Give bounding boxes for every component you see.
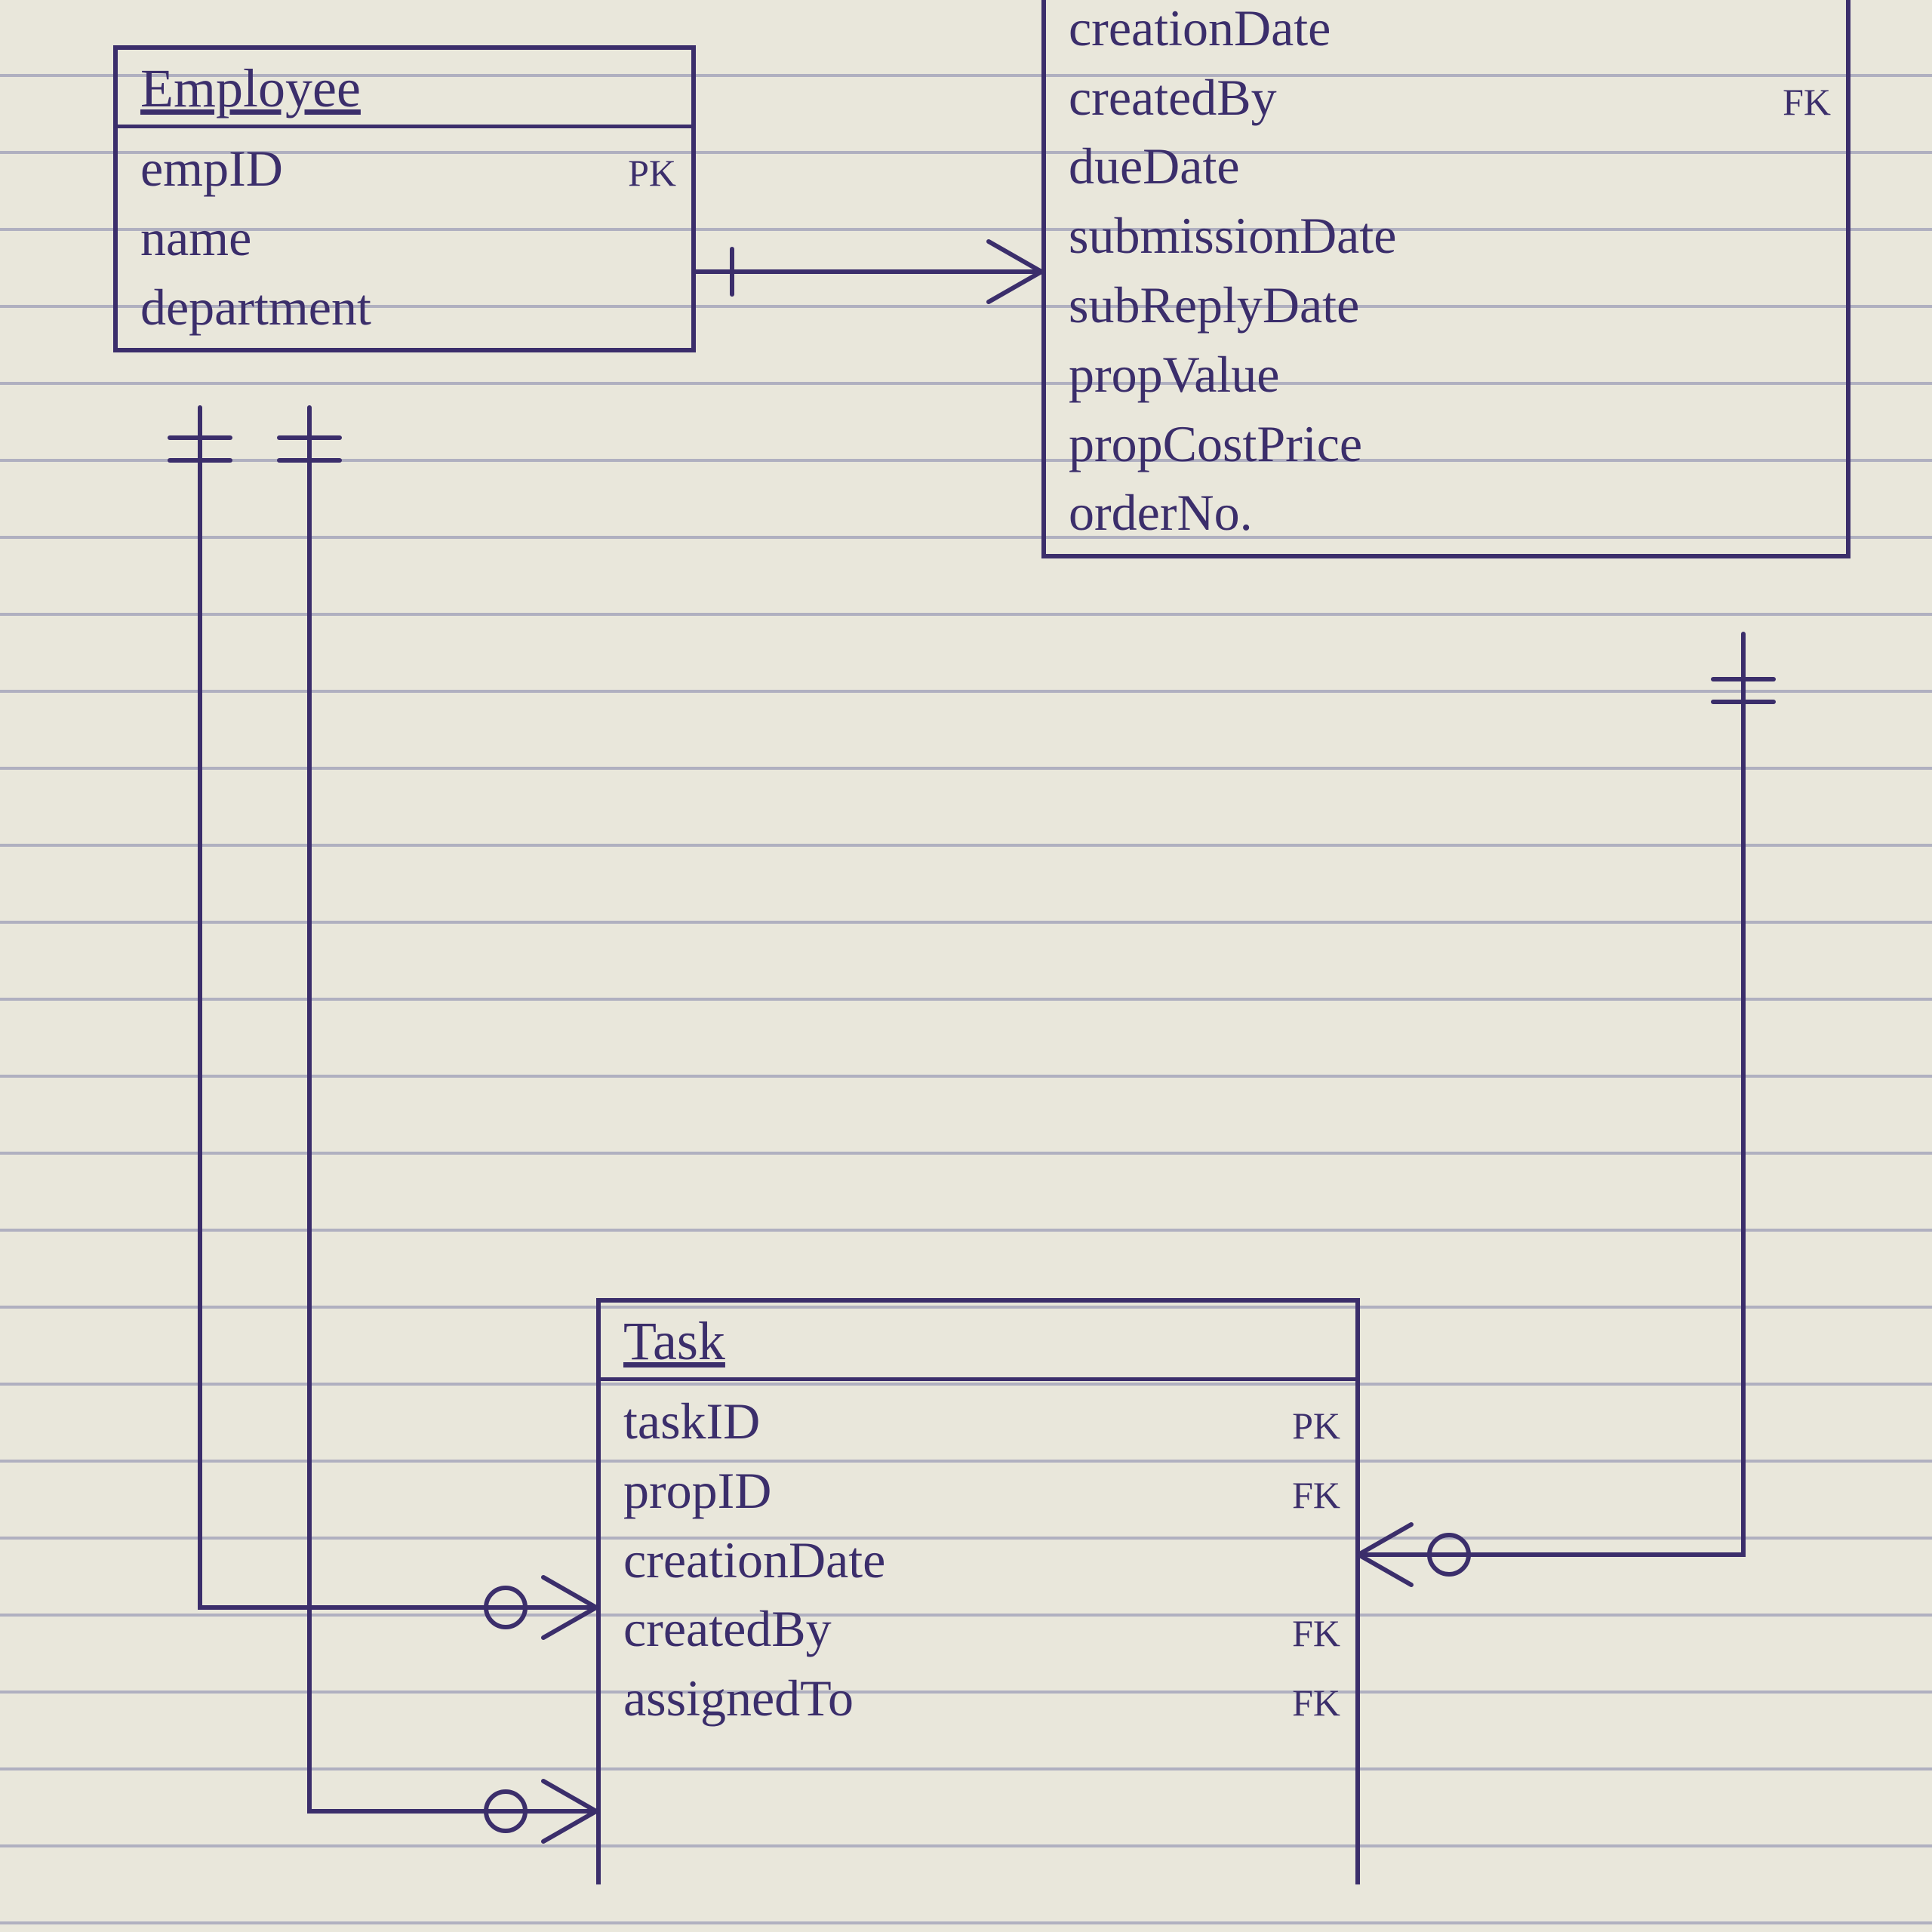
entity-proposal: propID PK creationDate createdBy FK dueD… [1041, 0, 1850, 558]
attr-name: propCostPrice [1069, 410, 1362, 479]
attr-row: submissionDate [1069, 202, 1831, 271]
rel-employee-proposal [694, 242, 1041, 302]
attr-name: empID [140, 134, 283, 204]
rel-proposal-task [1358, 634, 1774, 1585]
attr-key: FK [1292, 1611, 1340, 1655]
attr-key: PK [1292, 1404, 1340, 1447]
attr-name: submissionDate [1069, 202, 1396, 271]
attr-name: createdBy [623, 1595, 832, 1664]
attr-key: FK [1292, 1681, 1340, 1724]
rel-employee-task-createdby [200, 408, 596, 1638]
attr-name: subReplyDate [1069, 271, 1359, 340]
attr-row: dueDate [1069, 132, 1831, 202]
attr-name: dueDate [1069, 132, 1240, 202]
entity-task-title: Task [601, 1303, 1355, 1381]
attr-name: assignedTo [623, 1664, 854, 1734]
attr-row: createdBy FK [1069, 63, 1831, 133]
attr-row: propValue [1069, 340, 1831, 410]
entity-employee-attrs: empID PK name department [118, 128, 691, 348]
attr-key: PK [628, 151, 676, 195]
attr-row: assignedTo FK [623, 1664, 1340, 1734]
attr-row: taskID PK [623, 1387, 1340, 1457]
entity-task: Task taskID PK propID FK creationDate cr… [596, 1298, 1360, 1884]
attr-name: name [140, 204, 251, 273]
attr-name: department [140, 273, 371, 343]
attr-row: orderNo. [1069, 478, 1831, 548]
attr-name: creationDate [623, 1526, 885, 1595]
attr-row: createdBy FK [623, 1595, 1340, 1664]
entity-employee: Employee empID PK name department [113, 45, 696, 352]
attr-row: department [140, 273, 676, 343]
attr-key: FK [1292, 1473, 1340, 1517]
attr-row: creationDate [1069, 0, 1831, 63]
attr-row: name [140, 204, 676, 273]
attr-row: empID PK [140, 134, 676, 204]
employee-bottom-cardinality [170, 438, 340, 460]
entity-proposal-attrs: propID PK creationDate createdBy FK dueD… [1046, 0, 1846, 554]
attr-row: propCostPrice [1069, 410, 1831, 479]
attr-row: propID FK [623, 1457, 1340, 1526]
attr-name: propValue [1069, 340, 1279, 410]
attr-name: orderNo. [1069, 478, 1253, 548]
entity-employee-title: Employee [118, 50, 691, 128]
entity-task-attrs: taskID PK propID FK creationDate created… [601, 1381, 1355, 1884]
attr-row: subReplyDate [1069, 271, 1831, 340]
attr-name: propID [623, 1457, 771, 1526]
attr-name: taskID [623, 1387, 760, 1457]
attr-name: creationDate [1069, 0, 1331, 63]
attr-name: createdBy [1069, 63, 1277, 133]
attr-key: FK [1783, 80, 1831, 124]
rel-employee-task-assignedto [309, 408, 596, 1841]
attr-row: creationDate [623, 1526, 1340, 1595]
